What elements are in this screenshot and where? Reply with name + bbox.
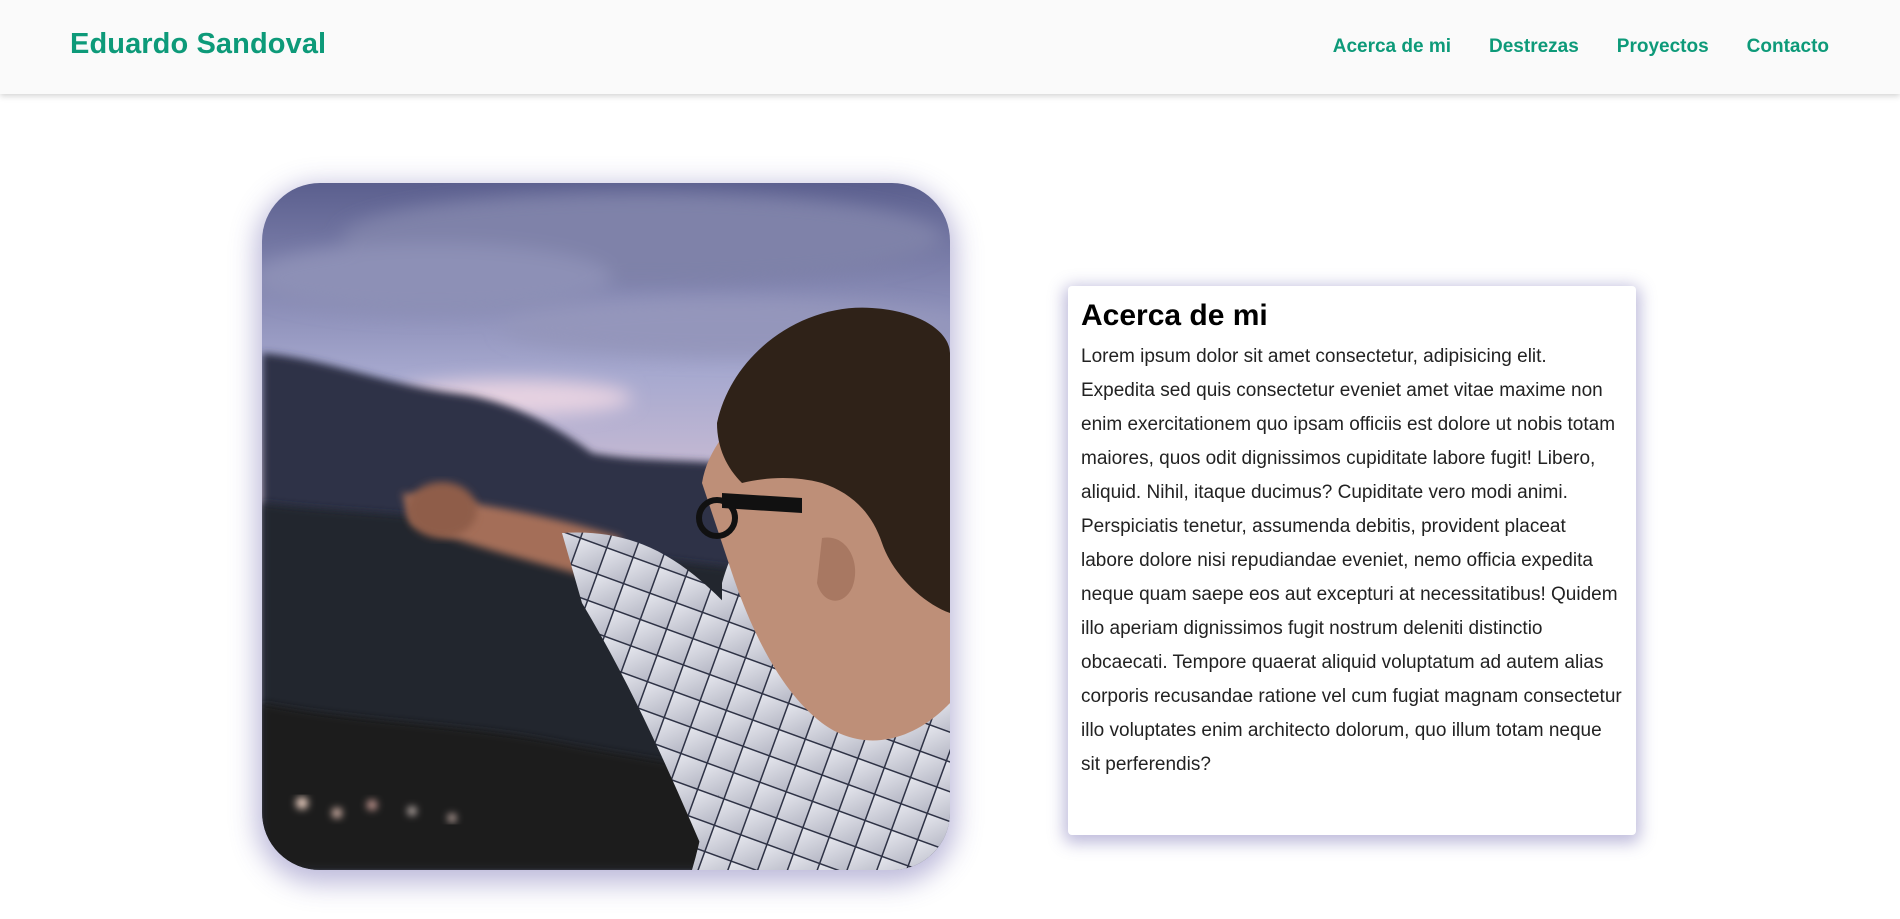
nav-link-about[interactable]: Acerca de mi	[1333, 36, 1451, 58]
site-header: Eduardo Sandoval Acerca de mi Destrezas …	[0, 0, 1900, 94]
about-title: Acerca de mi	[1081, 299, 1268, 332]
brand-logo-text[interactable]: Eduardo Sandoval	[70, 28, 326, 61]
about-card: Acerca de mi Lorem ipsum dolor sit amet …	[1068, 286, 1636, 835]
about-body: Lorem ipsum dolor sit amet consectetur, …	[1081, 346, 1622, 775]
profile-photo	[262, 183, 950, 870]
profile-photo-illustration	[262, 183, 950, 870]
nav-link-contact[interactable]: Contacto	[1747, 36, 1829, 58]
nav-link-projects[interactable]: Proyectos	[1617, 36, 1709, 58]
nav-link-skills[interactable]: Destrezas	[1489, 36, 1579, 58]
main-nav: Acerca de mi Destrezas Proyectos Contact…	[1333, 36, 1829, 58]
